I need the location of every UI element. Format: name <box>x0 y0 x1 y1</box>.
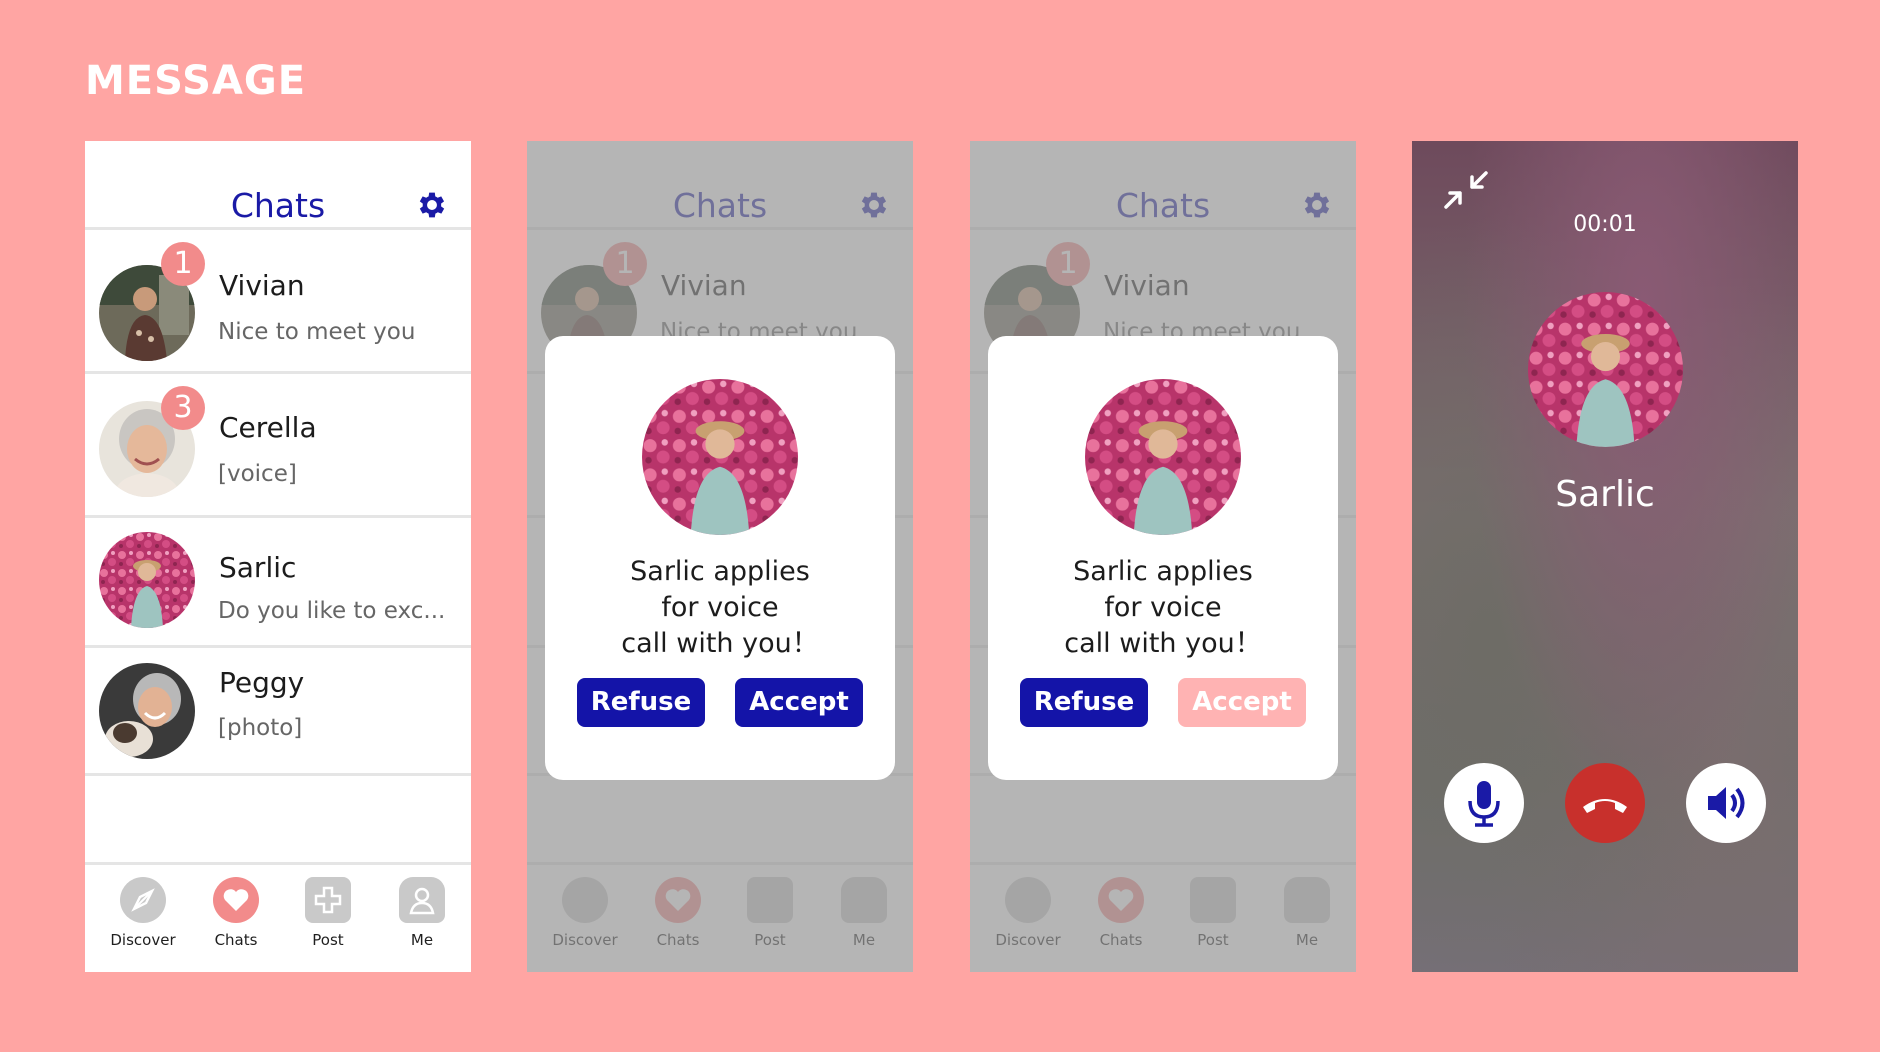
chat-name: Peggy <box>219 666 305 699</box>
call-background <box>1412 141 1798 972</box>
chat-preview: [photo] <box>218 715 303 741</box>
plus-icon <box>305 877 351 923</box>
chats-title: Chats <box>230 186 326 225</box>
person-icon <box>399 877 445 923</box>
refuse-button[interactable]: Refuse <box>1020 678 1148 727</box>
chat-list-screen: Chats 1 Vivian Nice to meet you 3 Cerell… <box>85 141 471 972</box>
call-request-screen: Chats 1 Vivian Nice to meet you Discover… <box>527 141 913 972</box>
tab-label: Chats <box>214 931 258 949</box>
chat-row-sarlic[interactable]: Sarlic Do you like to exc... <box>85 518 471 648</box>
message-line: for voice <box>661 592 779 623</box>
message-line: for voice <box>1104 592 1222 623</box>
heart-chat-icon <box>213 877 259 923</box>
unread-badge: 3 <box>161 386 205 430</box>
chat-row-vivian[interactable]: 1 Vivian Nice to meet you <box>85 233 471 374</box>
message-line: call with you！ <box>1064 628 1262 659</box>
call-timer: 00:01 <box>1573 212 1637 237</box>
tab-chats[interactable]: Chats <box>196 877 276 949</box>
tab-me[interactable]: Me <box>382 877 462 949</box>
chats-header: Chats <box>85 141 471 230</box>
tab-label: Post <box>312 931 344 949</box>
chat-preview: [voice] <box>218 461 297 487</box>
tab-label: Me <box>410 931 434 949</box>
caller-name: Sarlic <box>1555 474 1655 515</box>
chat-name: Cerella <box>219 411 317 444</box>
page-title: MESSAGE <box>85 58 307 104</box>
chat-name: Sarlic <box>219 551 297 584</box>
chat-preview: Nice to meet you <box>218 319 416 345</box>
call-request-message: Sarlic applies for voice call with you！ <box>988 554 1338 662</box>
chat-preview: Do you like to exc... <box>218 598 446 624</box>
compass-icon <box>120 877 166 923</box>
avatar <box>99 532 195 628</box>
microphone-button[interactable] <box>1444 763 1524 843</box>
tab-bar: Discover Chats Post Me <box>85 862 471 972</box>
tab-discover[interactable]: Discover <box>103 877 183 949</box>
minimize-icon[interactable] <box>1438 165 1494 215</box>
call-request-message: Sarlic applies for voice call with you！ <box>545 554 895 662</box>
message-line: Sarlic applies <box>1073 556 1253 587</box>
chat-name: Vivian <box>219 269 305 302</box>
speaker-button[interactable] <box>1686 763 1766 843</box>
caller-avatar <box>1528 292 1683 447</box>
end-call-icon <box>1583 799 1627 813</box>
message-line: Sarlic applies <box>630 556 810 587</box>
voice-call-screen: 00:01 Sarlic <box>1412 141 1798 972</box>
refuse-button[interactable]: Refuse <box>577 678 705 727</box>
message-line: call with you！ <box>621 628 819 659</box>
tab-post[interactable]: Post <box>288 877 368 949</box>
speaker-icon <box>1708 787 1745 819</box>
unread-badge: 1 <box>161 242 205 286</box>
avatar <box>99 663 195 759</box>
voice-call-request-dialog: Sarlic applies for voice call with you！ … <box>545 336 895 780</box>
accept-button[interactable]: Accept <box>735 678 863 727</box>
chat-row-peggy[interactable]: Peggy [photo] <box>85 648 471 776</box>
accept-button[interactable]: Accept <box>1178 678 1306 727</box>
voice-call-request-dialog: Sarlic applies for voice call with you！ … <box>988 336 1338 780</box>
tab-label: Discover <box>110 931 176 949</box>
caller-avatar <box>642 379 798 535</box>
gear-icon[interactable] <box>415 188 449 222</box>
caller-avatar <box>1085 379 1241 535</box>
end-call-button[interactable] <box>1565 763 1645 843</box>
microphone-icon <box>1468 781 1500 827</box>
chat-row-cerella[interactable]: 3 Cerella [voice] <box>85 374 471 518</box>
call-request-accept-pressed-screen: Chats 1 Vivian Nice to meet you Discover… <box>970 141 1356 972</box>
